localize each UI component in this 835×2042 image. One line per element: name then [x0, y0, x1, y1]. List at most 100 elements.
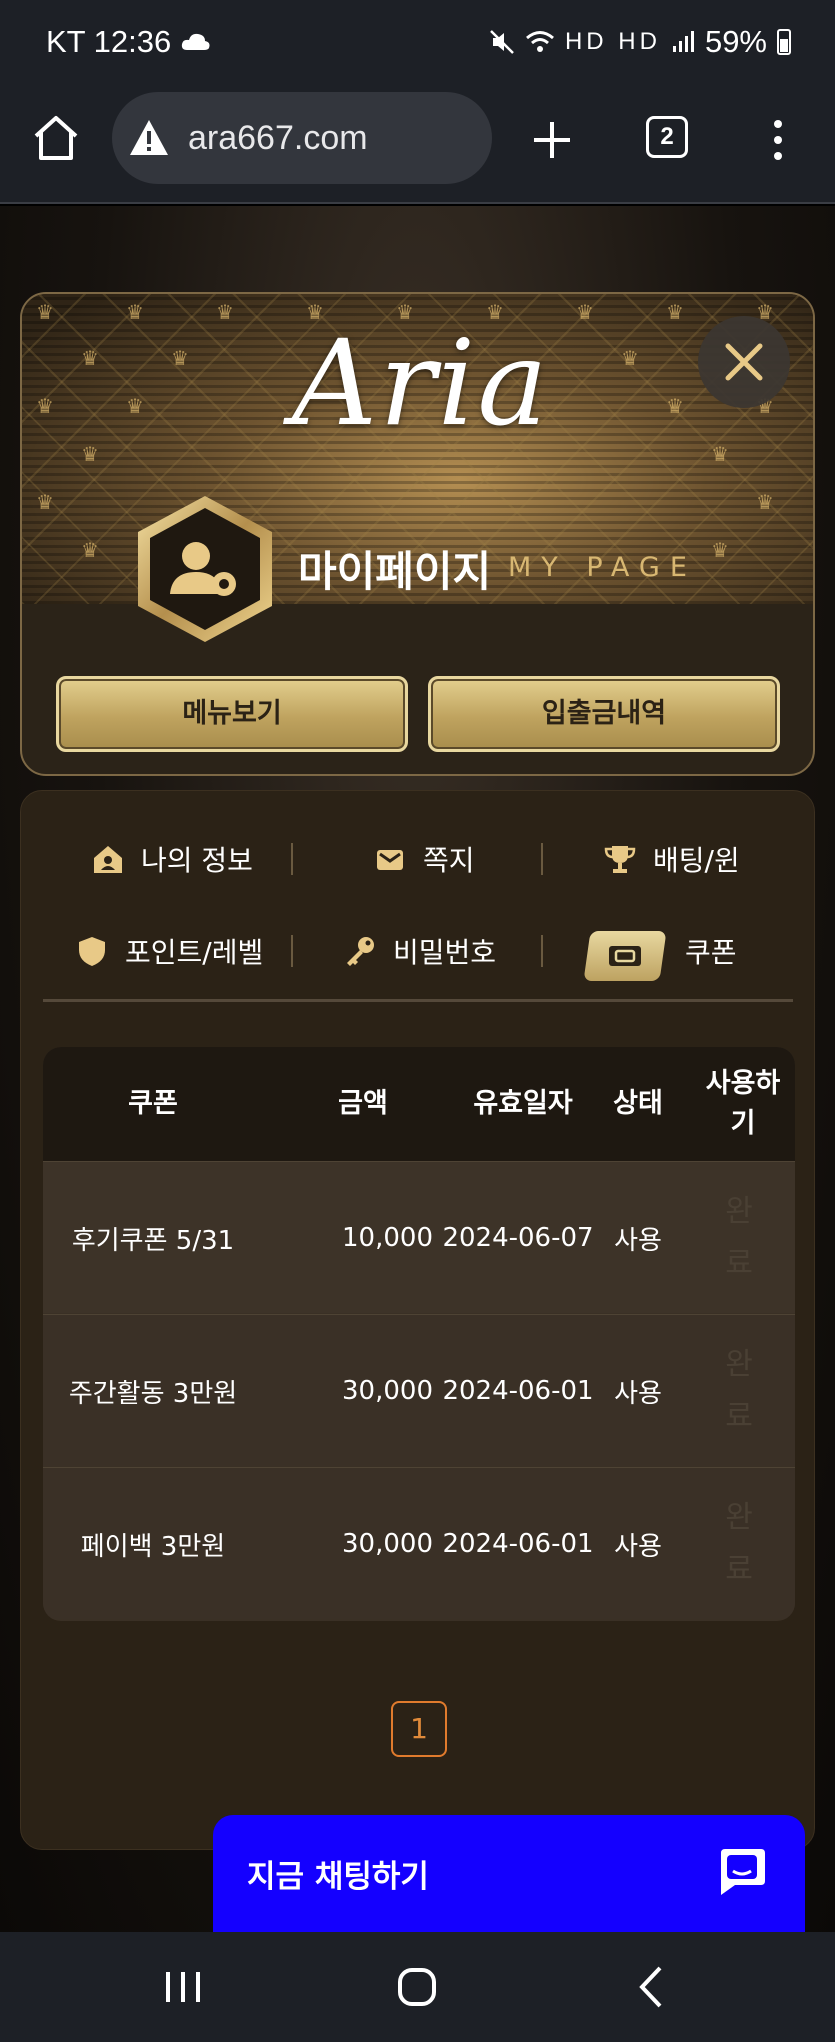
completed-char: 료 — [725, 1246, 753, 1281]
table-header: 쿠폰 금액 유효일자 상태 사용하기 — [43, 1047, 795, 1161]
completed-char: 완 — [725, 1500, 753, 1535]
tab-label: 비밀번호 — [393, 936, 497, 969]
column-header-use: 사용하기 — [705, 1068, 781, 1139]
status-left: KT 12:36 — [46, 24, 211, 60]
crown-icon: ♛ — [666, 394, 684, 418]
tab-password[interactable]: 비밀번호 — [343, 931, 496, 971]
divider — [291, 843, 293, 875]
coupon-amount: 10,000 — [342, 1223, 433, 1253]
crown-icon: ♛ — [756, 490, 774, 514]
system-navigation-bar — [0, 1932, 835, 2042]
completed-char: 료 — [725, 1399, 753, 1434]
home-icon[interactable] — [30, 112, 82, 164]
back-icon[interactable] — [626, 1960, 680, 2014]
crown-icon: ♛ — [36, 490, 54, 514]
battery-percent: 59% — [704, 24, 767, 59]
user-settings-icon — [138, 496, 272, 642]
coupon-valid-date: 2024-06-01 — [442, 1376, 594, 1406]
divider — [541, 935, 543, 967]
new-tab-icon[interactable] — [528, 116, 576, 164]
coupon-amount: 30,000 — [342, 1376, 433, 1406]
tab-messages[interactable]: 쪽지 — [373, 839, 475, 879]
tab-label: 쪽지 — [423, 844, 475, 877]
divider — [541, 843, 543, 875]
coupon-name: 페이백 3만원 — [80, 1531, 226, 1562]
crown-icon: ♛ — [576, 300, 594, 324]
crown-icon: ♛ — [621, 346, 639, 370]
completed-char: 완 — [725, 1347, 753, 1382]
recent-apps-icon[interactable] — [156, 1960, 210, 2014]
battery-icon — [777, 29, 791, 55]
chat-bubble-icon — [721, 1849, 765, 1895]
coupon-valid-date: 2024-06-07 — [442, 1223, 594, 1253]
coupon-status: 사용 — [614, 1531, 662, 1562]
crown-icon: ♛ — [126, 300, 144, 324]
column-header-coupon: 쿠폰 — [128, 1088, 178, 1119]
coupon-status: 사용 — [614, 1378, 662, 1409]
crown-icon: ♛ — [81, 442, 99, 466]
crown-icon: ♛ — [711, 442, 729, 466]
live-chat-button[interactable]: 지금 채팅하기 — [213, 1815, 805, 1932]
page-background: ♛ ♛ ♛ ♛ ♛ ♛ ♛ ♛ ♛ ♛ ♛ ♛ ♛ ♛ ♛ ♛ ♛ ♛ ♛ ♛ … — [0, 206, 835, 1932]
crown-icon: ♛ — [81, 538, 99, 562]
crown-icon: ♛ — [126, 394, 144, 418]
wifi-icon — [525, 31, 554, 52]
table-row: 후기쿠폰 5/31 10,000 2024-06-07 사용 완 료 — [43, 1161, 795, 1313]
cloud-icon — [182, 33, 210, 50]
coupon-table: 쿠폰 금액 유효일자 상태 사용하기 후기쿠폰 5/31 10,000 2024… — [43, 1047, 795, 1621]
network-label: HD HD — [564, 28, 661, 55]
address-bar[interactable]: ara667.com — [112, 92, 492, 184]
chat-label: 지금 채팅하기 — [247, 1859, 429, 1895]
envelope-icon — [377, 850, 403, 870]
page-title: 마이페이지 — [298, 547, 492, 596]
menu-view-button[interactable]: 메뉴보기 — [56, 676, 408, 752]
home-button-icon[interactable] — [390, 1960, 444, 2014]
more-menu-icon[interactable] — [766, 116, 790, 164]
crown-icon: ♛ — [216, 300, 234, 324]
signal-icon — [672, 31, 694, 52]
key-icon — [347, 937, 374, 966]
table-row: 주간활동 3만원 30,000 2024-06-01 사용 완 료 — [43, 1314, 795, 1466]
crown-icon: ♛ — [81, 346, 99, 370]
close-icon[interactable] — [698, 316, 790, 408]
tab-coupon[interactable]: 쿠폰 — [685, 931, 737, 971]
browser-toolbar: ara667.com 2 — [0, 88, 835, 204]
coupon-name: 후기쿠폰 5/31 — [71, 1225, 235, 1256]
tab-my-info[interactable]: 나의 정보 — [91, 839, 253, 879]
deposit-withdraw-history-button[interactable]: 입출금내역 — [428, 676, 780, 752]
carrier-time: KT 12:36 — [46, 24, 172, 59]
nav-divider — [43, 999, 793, 1002]
coupon-amount: 30,000 — [342, 1529, 433, 1559]
coupon-name: 주간활동 3만원 — [68, 1378, 238, 1409]
mypage-header: ♛ ♛ ♛ ♛ ♛ ♛ ♛ ♛ ♛ ♛ ♛ ♛ ♛ ♛ ♛ ♛ ♛ ♛ ♛ ♛ … — [20, 292, 815, 776]
tab-label: 나의 정보 — [141, 844, 253, 877]
column-header-valid-date: 유효일자 — [473, 1088, 573, 1119]
crown-icon: ♛ — [36, 394, 54, 418]
column-header-amount: 금액 — [338, 1088, 388, 1119]
tab-points-level[interactable]: 포인트/레벨 — [75, 931, 263, 971]
crown-icon: ♛ — [711, 538, 729, 562]
tab-count-button[interactable]: 2 — [646, 116, 688, 158]
table-row: 페이백 3만원 30,000 2024-06-01 사용 완 료 — [43, 1467, 795, 1619]
crown-icon: ♛ — [36, 300, 54, 324]
warning-icon[interactable] — [128, 117, 170, 159]
mute-icon — [490, 30, 514, 54]
crown-icon: ♛ — [666, 300, 684, 324]
ticket-icon[interactable] — [607, 942, 643, 970]
column-header-status: 상태 — [613, 1088, 663, 1119]
tab-label: 배팅/윈 — [653, 844, 740, 877]
tab-betting-win[interactable]: 배팅/윈 — [603, 839, 740, 879]
crown-icon: ♛ — [171, 346, 189, 370]
use-completed-button[interactable]: 완 료 — [683, 1162, 795, 1314]
use-completed-button[interactable]: 완 료 — [683, 1468, 795, 1620]
tab-label: 포인트/레벨 — [125, 936, 264, 969]
url-text[interactable]: ara667.com — [188, 119, 368, 158]
pagination-page-button[interactable]: 1 — [391, 1701, 447, 1757]
completed-char: 료 — [725, 1552, 753, 1587]
trophy-icon — [604, 846, 636, 873]
page-subtitle: MY PAGE — [508, 552, 697, 583]
home-icon — [94, 846, 122, 873]
mypage-content: 나의 정보 쪽지 배팅/윈 포인트/레벨 비밀번호 쿠폰 쿠폰 금액 유효일자 … — [20, 790, 815, 1850]
status-right: HD HD 59% — [489, 24, 791, 60]
use-completed-button[interactable]: 완 료 — [683, 1315, 795, 1467]
